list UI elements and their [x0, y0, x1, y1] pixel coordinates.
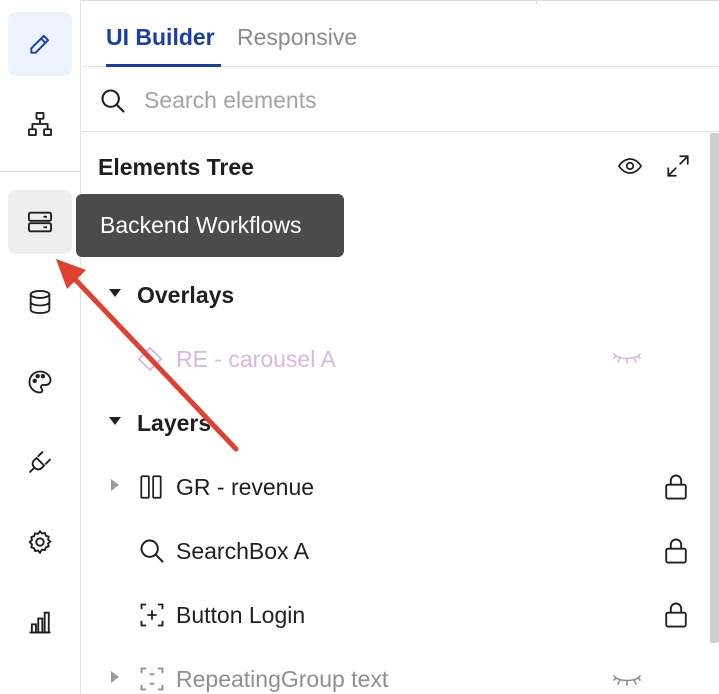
caret-right-icon[interactable] [110, 478, 120, 492]
tree-group-overlays[interactable]: Overlays [82, 270, 710, 320]
styles-button[interactable] [8, 350, 72, 414]
expand-icon [667, 155, 689, 177]
left-rail [0, 0, 81, 694]
expand-all-button[interactable] [662, 152, 694, 180]
searchbox-label: SearchBox A [176, 538, 309, 564]
repeating-group-icon [140, 667, 164, 691]
hidden-eye-icon[interactable] [612, 348, 642, 368]
lock-icon[interactable] [662, 600, 690, 630]
palette-icon [28, 370, 52, 394]
lock-icon[interactable] [662, 472, 690, 502]
bar-chart-icon [29, 611, 51, 634]
tree-item-repeating-group[interactable]: RepeatingGroup text [82, 654, 710, 694]
tree-group-layers[interactable]: Layers [82, 398, 710, 448]
lock-icon[interactable] [662, 536, 690, 566]
tooltip: Backend Workflows [76, 194, 344, 257]
active-tab-indicator [106, 64, 221, 67]
eye-icon [617, 158, 643, 174]
tree-item-revenue[interactable]: GR - revenue [82, 462, 710, 512]
group-columns-icon [140, 475, 162, 499]
search-input[interactable] [144, 82, 684, 118]
tree-item-button-login[interactable]: Button Login [82, 590, 710, 640]
search-bar [82, 68, 719, 132]
panel-tabs: UI Builder Responsive [82, 3, 719, 67]
repeating-element-icon [137, 346, 163, 372]
scrollbar[interactable] [710, 133, 719, 643]
caret-down-icon [109, 289, 121, 297]
tree-item-searchbox[interactable]: SearchBox A [82, 526, 710, 576]
logs-button[interactable] [8, 590, 72, 654]
tree-item-carousel[interactable]: RE - carousel A [82, 334, 710, 384]
search-icon [101, 89, 125, 113]
database-icon [29, 289, 51, 315]
repeating-group-label: RepeatingGroup text [176, 666, 389, 692]
caret-down-icon [109, 417, 121, 425]
elements-tree-title: Elements Tree [98, 154, 254, 180]
design-tab-button[interactable] [8, 12, 72, 76]
tooltip-text: Backend Workflows [100, 212, 302, 238]
backend-workflows-button[interactable] [8, 190, 72, 254]
toggle-visibility-button[interactable] [614, 152, 646, 180]
search-icon [140, 539, 164, 563]
page-structure-button[interactable] [8, 92, 72, 156]
overlays-label: Overlays [137, 282, 235, 308]
tab-responsive[interactable]: Responsive [237, 24, 357, 51]
settings-button[interactable] [8, 510, 72, 574]
plugins-button[interactable] [8, 430, 72, 494]
button-login-label: Button Login [176, 602, 306, 628]
tab-ui-builder[interactable]: UI Builder [106, 24, 215, 51]
layers-label: Layers [137, 410, 212, 436]
data-button[interactable] [8, 270, 72, 334]
carousel-label: RE - carousel A [176, 346, 336, 372]
rail-divider [0, 171, 81, 172]
gear-icon [28, 529, 52, 555]
plug-icon [29, 451, 51, 473]
revenue-label: GR - revenue [176, 474, 315, 500]
button-element-icon [140, 603, 164, 627]
server-icon [27, 211, 53, 233]
hidden-eye-icon[interactable] [612, 670, 642, 690]
sitemap-icon [27, 111, 53, 137]
pencil-icon [30, 34, 50, 54]
caret-right-icon[interactable] [110, 670, 120, 684]
